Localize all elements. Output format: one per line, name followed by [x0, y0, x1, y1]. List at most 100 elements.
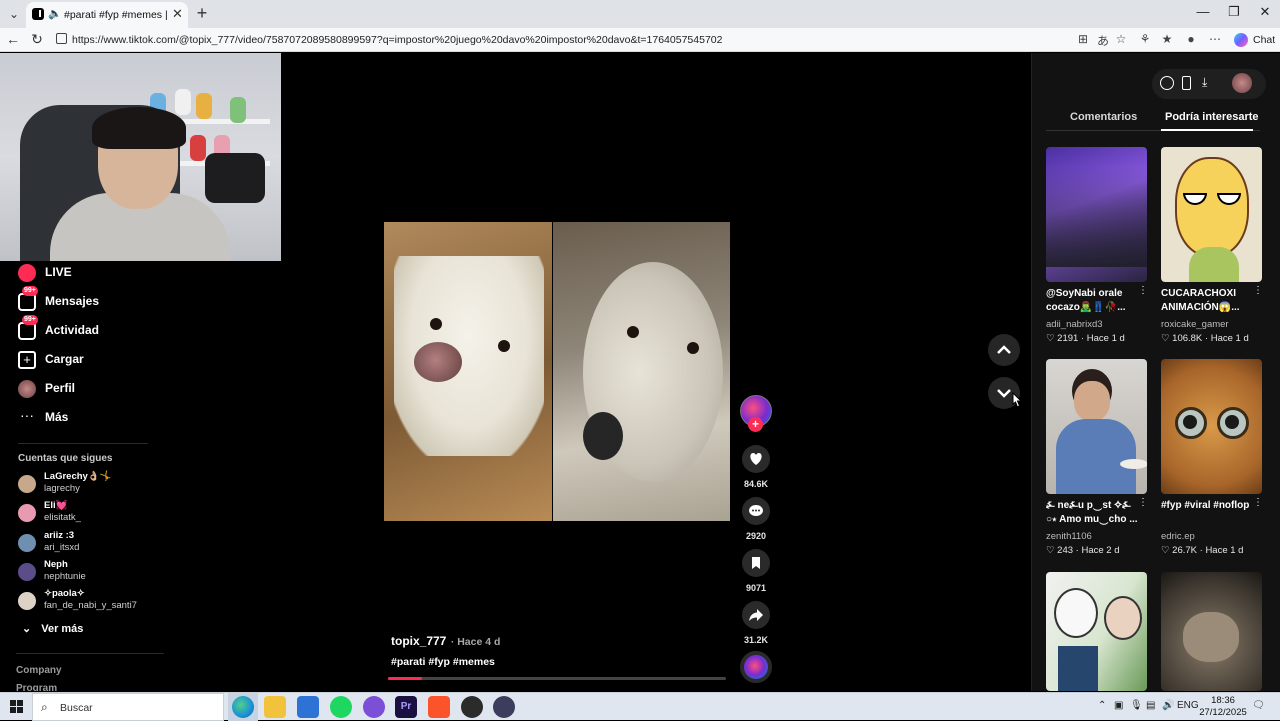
- suggested-video-card[interactable]: [1161, 572, 1262, 691]
- site-info-icon[interactable]: [56, 33, 67, 44]
- copilot-chat-button[interactable]: Chat: [1234, 31, 1278, 49]
- taskbar-search-field[interactable]: ⌕ Buscar: [32, 693, 224, 721]
- search-placeholder: Buscar: [60, 702, 93, 714]
- footer-link-company[interactable]: Company: [16, 665, 62, 676]
- edge-browser-icon[interactable]: [232, 696, 254, 718]
- chevron-up-icon[interactable]: ⌃: [1098, 700, 1106, 711]
- suggested-video-card[interactable]: #fyp #viral #noflop ⋮ edric.ep ♡ 26.7K ·…: [1161, 359, 1263, 559]
- tray-app-icon[interactable]: ▣: [1114, 700, 1123, 711]
- favorites-icon[interactable]: ★: [1158, 32, 1176, 46]
- url-field[interactable]: https://www.tiktok.com/@topix_777/video/…: [52, 30, 1102, 50]
- store-icon[interactable]: [297, 696, 319, 718]
- chevron-up-icon: [997, 345, 1011, 354]
- suggested-video-card[interactable]: ⍼ ne⍼u p‿st ✧⍼ ○⋆ Amo mu‿cho ... ⋮ zenit…: [1046, 359, 1148, 559]
- nav-item-upload[interactable]: + Cargar: [18, 349, 218, 373]
- more-vertical-icon[interactable]: ⋮: [1253, 497, 1263, 508]
- divider: [18, 443, 148, 444]
- window-close-icon[interactable]: ✕: [1250, 4, 1280, 20]
- profile-icon[interactable]: ●: [1182, 32, 1200, 46]
- video-progress-bar[interactable]: [388, 677, 726, 680]
- nav-item-messages[interactable]: 99+ Mensajes: [18, 286, 218, 315]
- avatar: [18, 563, 36, 581]
- notifications-icon[interactable]: 🗨: [1252, 700, 1265, 711]
- heart-outline-icon: ♡: [1161, 333, 1173, 344]
- suggested-video-card[interactable]: CUCARACHOXI ANIMACIÓN😱... ⋮ roxicake_gam…: [1161, 147, 1263, 347]
- following-item[interactable]: Neph nephtunie: [18, 559, 218, 585]
- suggested-video-card[interactable]: [1046, 572, 1147, 691]
- nav-item-profile[interactable]: Perfil: [18, 378, 218, 402]
- more-vertical-icon[interactable]: ⋮: [1253, 285, 1263, 296]
- app-available-icon[interactable]: ⊞: [1074, 32, 1092, 46]
- cartoon-body: [1189, 247, 1239, 282]
- windows-start-icon[interactable]: [10, 700, 23, 713]
- clock[interactable]: 18:36 27/12/2025: [1198, 695, 1248, 719]
- previous-video-button[interactable]: [988, 334, 1020, 366]
- notification-badge: 99+: [22, 286, 38, 296]
- top-action-bar: ⤓: [1152, 69, 1266, 99]
- microphone-icon[interactable]: 🎙: [1130, 700, 1143, 711]
- video-thumbnail: [1161, 359, 1262, 494]
- profile-avatar-icon: [18, 380, 36, 398]
- back-icon[interactable]: ←: [4, 31, 22, 47]
- new-tab-icon[interactable]: +: [192, 3, 212, 24]
- more-vertical-icon[interactable]: ⋮: [1138, 497, 1148, 508]
- audio-playing-icon[interactable]: 🔈: [48, 7, 62, 20]
- network-icon[interactable]: ▤: [1146, 700, 1155, 711]
- following-item[interactable]: Eli💓 elisitatk_: [18, 500, 218, 526]
- card-title: @SoyNabi orale cocazo🧟‍♂️👖🥀...: [1046, 288, 1126, 313]
- dog-eye: [430, 318, 442, 330]
- footer-link-program[interactable]: Program: [16, 683, 57, 691]
- heart-outline-icon: ♡: [1161, 545, 1173, 556]
- following-username: ari_itsxd: [44, 542, 80, 553]
- favorite-star-icon[interactable]: ☆: [1112, 32, 1130, 46]
- download-icon[interactable]: ⤓: [1202, 76, 1216, 90]
- browser-tab-active[interactable]: 🔈 #parati #fyp #memes | TikTok ✕: [26, 2, 188, 28]
- avatar: [18, 592, 36, 610]
- nav-label: LIVE: [45, 265, 72, 279]
- language-indicator[interactable]: ENG: [1177, 700, 1199, 711]
- brave-browser-icon[interactable]: [428, 696, 450, 718]
- compass-icon[interactable]: [1160, 76, 1174, 90]
- tab-comments[interactable]: Comentarios: [1070, 111, 1137, 123]
- video-player[interactable]: [384, 222, 730, 521]
- nav-item-live[interactable]: LIVE: [18, 262, 218, 286]
- settings-more-icon[interactable]: ⋯: [1206, 32, 1224, 46]
- video-thumbnail: [1046, 359, 1147, 494]
- heart-outline-icon: ♡: [1046, 545, 1058, 556]
- tab-actions-menu-icon[interactable]: ⌄: [4, 4, 24, 24]
- extensions-icon[interactable]: ⚘: [1136, 32, 1154, 46]
- user-avatar[interactable]: [1232, 73, 1252, 93]
- minimize-icon[interactable]: —: [1188, 4, 1218, 19]
- premiere-pro-icon[interactable]: Pr: [395, 696, 417, 718]
- nav-item-more[interactable]: ··· Más: [18, 407, 218, 431]
- following-item[interactable]: ✧paola✧ fan_de_nabi_y_santi7: [18, 588, 218, 614]
- refresh-icon[interactable]: ↻: [28, 31, 46, 48]
- phone-icon[interactable]: [1182, 76, 1191, 90]
- following-item[interactable]: LaGrechy👌🏼🤸 lagrechy: [18, 471, 218, 497]
- tab-suggestions[interactable]: Podría interesarte: [1165, 111, 1259, 123]
- suggested-video-card[interactable]: @SoyNabi orale cocazo🧟‍♂️👖🥀... ⋮ adii_na…: [1046, 147, 1148, 347]
- video-author[interactable]: topix_777: [391, 634, 446, 648]
- nav-item-activity[interactable]: 99+ Actividad: [18, 315, 218, 344]
- video-caption[interactable]: #parati #fyp #memes: [391, 656, 495, 668]
- obs-icon[interactable]: [461, 696, 483, 718]
- webcam-figure: [190, 135, 206, 161]
- webcam-microphone: [205, 153, 265, 203]
- url-text[interactable]: https://www.tiktok.com/@topix_777/video/…: [72, 34, 722, 46]
- spotify-icon[interactable]: [330, 696, 352, 718]
- music-disc-icon[interactable]: [740, 651, 772, 683]
- discord-icon[interactable]: [363, 696, 385, 718]
- divider: [16, 653, 164, 654]
- volume-icon[interactable]: 🔊: [1162, 700, 1174, 711]
- sidebar: LIVE 99+ Mensajes 99+ Actividad + Cargar…: [0, 53, 281, 691]
- follow-plus-icon[interactable]: +: [748, 417, 763, 432]
- nav-label: Perfil: [45, 381, 76, 395]
- file-explorer-icon[interactable]: [264, 696, 286, 718]
- app-icon[interactable]: [493, 696, 515, 718]
- more-vertical-icon[interactable]: ⋮: [1138, 285, 1148, 296]
- tab-close-icon[interactable]: ✕: [172, 6, 183, 22]
- maximize-icon[interactable]: ❐: [1219, 4, 1249, 20]
- translate-icon[interactable]: あ: [1094, 32, 1112, 49]
- following-item[interactable]: ariiz :3 ari_itsxd: [18, 530, 218, 556]
- see-more-button[interactable]: ⌄ Ver más: [22, 622, 83, 635]
